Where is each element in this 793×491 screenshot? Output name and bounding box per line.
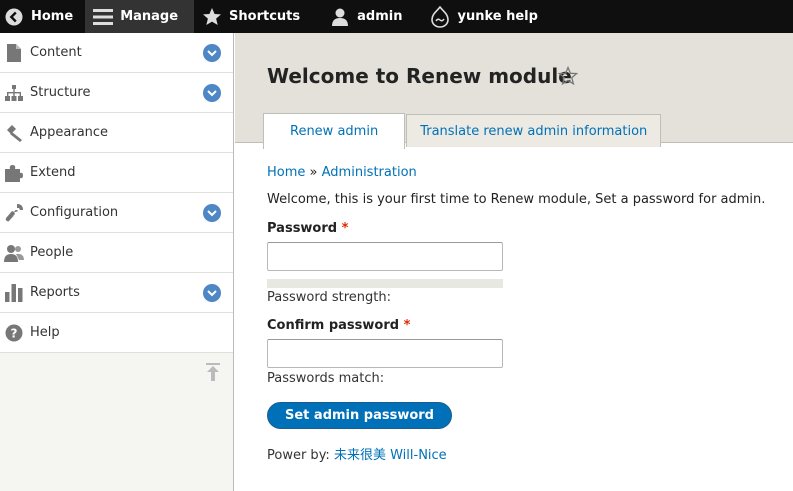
sidebar-item-label: Content: [30, 45, 82, 60]
password-field-wrapper: Password *: [267, 221, 348, 236]
svg-text:?: ?: [11, 326, 18, 340]
sidebar-item-content[interactable]: Content: [0, 33, 233, 73]
confirm-field-wrapper: Confirm password *: [267, 318, 410, 333]
chevron-down-icon[interactable]: [203, 84, 221, 102]
toolbar-shortcuts-label: Shortcuts: [229, 9, 301, 24]
sidebar-item-label: Reports: [30, 285, 80, 300]
breadcrumb-administration-link[interactable]: Administration: [322, 165, 417, 180]
power-by-footer: Power by: 未来很美 Will-Nice: [267, 444, 447, 463]
sidebar-item-label: Help: [30, 325, 60, 340]
passwords-match-text: Passwords match:: [267, 371, 385, 386]
back-circle-icon: [4, 7, 24, 27]
chevron-down-icon[interactable]: [203, 44, 221, 62]
sidebar-item-people[interactable]: People: [0, 233, 233, 273]
power-by-prefix: Power by:: [267, 448, 330, 463]
sidebar-item-configuration[interactable]: Configuration: [0, 193, 233, 233]
breadcrumb-home-link[interactable]: Home: [267, 165, 305, 180]
sidebar-item-reports[interactable]: Reports: [0, 273, 233, 313]
toolbar-home-label: Home: [31, 9, 74, 24]
toolbar-site-link[interactable]: yunke help: [424, 0, 549, 33]
tab-renew-admin[interactable]: Renew admin: [263, 113, 406, 149]
page-header: Welcome to Renew module Renew admin Tran…: [235, 33, 793, 149]
paintbrush-icon: [4, 123, 24, 143]
power-by-link[interactable]: 未来很美 Will-Nice: [334, 448, 447, 463]
password-strength-bar: [267, 279, 503, 288]
admin-sidebar: Content Structure Appearance Extend Conf…: [0, 33, 234, 491]
chevron-down-icon[interactable]: [203, 204, 221, 222]
toolbar-site-label: yunke help: [457, 9, 538, 24]
tab-translate-renew-admin[interactable]: Translate renew admin information: [406, 114, 662, 147]
sidebar-item-label: Extend: [30, 165, 76, 180]
sitemap-icon: [4, 83, 24, 103]
form-region: Home » Administration Welcome, this is y…: [267, 165, 787, 207]
confirm-password-label-text: Confirm password: [267, 318, 400, 333]
puzzle-icon: [4, 163, 24, 183]
help-icon: ?: [4, 323, 24, 343]
password-label-text: Password: [267, 221, 338, 236]
sidebar-item-appearance[interactable]: Appearance: [0, 113, 233, 153]
sidebar-item-label: Appearance: [30, 125, 109, 140]
toolbar-user-label: admin: [357, 9, 403, 24]
main-content: Welcome to Renew module Renew admin Tran…: [235, 33, 793, 491]
required-marker: *: [403, 318, 411, 333]
drupal-drop-icon: [430, 5, 450, 28]
toolbar-shortcuts-tab[interactable]: Shortcuts: [194, 0, 322, 33]
sidebar-item-help[interactable]: ? Help: [0, 313, 233, 353]
hamburger-icon: [93, 7, 114, 27]
star-icon: [202, 7, 222, 27]
breadcrumb: Home » Administration: [267, 165, 787, 180]
sidebar-item-label: People: [30, 245, 74, 260]
required-marker: *: [341, 221, 349, 236]
toolbar-manage-tab[interactable]: Manage: [85, 0, 195, 33]
wrench-icon: [4, 203, 24, 223]
file-icon: [4, 43, 24, 63]
people-icon: [4, 243, 24, 263]
breadcrumb-separator: »: [309, 165, 318, 180]
user-icon: [330, 7, 350, 27]
primary-tabs: Renew admin Translate renew admin inform…: [263, 113, 662, 149]
sidebar-item-label: Configuration: [30, 205, 119, 220]
bar-chart-icon: [4, 283, 24, 303]
toolbar-manage-label: Manage: [120, 9, 179, 24]
sidebar-item-extend[interactable]: Extend: [0, 153, 233, 193]
password-label: Password *: [267, 221, 348, 236]
shortcut-star-icon[interactable]: [557, 65, 579, 86]
intro-text: Welcome, this is your first time to Rene…: [267, 192, 766, 207]
password-strength-text: Password strength:: [267, 290, 391, 305]
sidebar-item-label: Structure: [30, 85, 91, 100]
sidebar-item-structure[interactable]: Structure: [0, 73, 233, 113]
pin-to-top-icon[interactable]: [206, 363, 220, 381]
confirm-password-label: Confirm password *: [267, 318, 410, 333]
confirm-password-input[interactable]: [267, 339, 503, 368]
password-input[interactable]: [267, 242, 503, 271]
toolbar-user-tab[interactable]: admin: [322, 0, 424, 33]
page-title: Welcome to Renew module: [267, 64, 572, 88]
toolbar-home-link[interactable]: Home: [0, 0, 85, 33]
admin-toolbar: Home Manage Shortcuts admin yunke help: [0, 0, 793, 33]
set-admin-password-button[interactable]: Set admin password: [267, 402, 452, 429]
chevron-down-icon[interactable]: [203, 284, 221, 302]
